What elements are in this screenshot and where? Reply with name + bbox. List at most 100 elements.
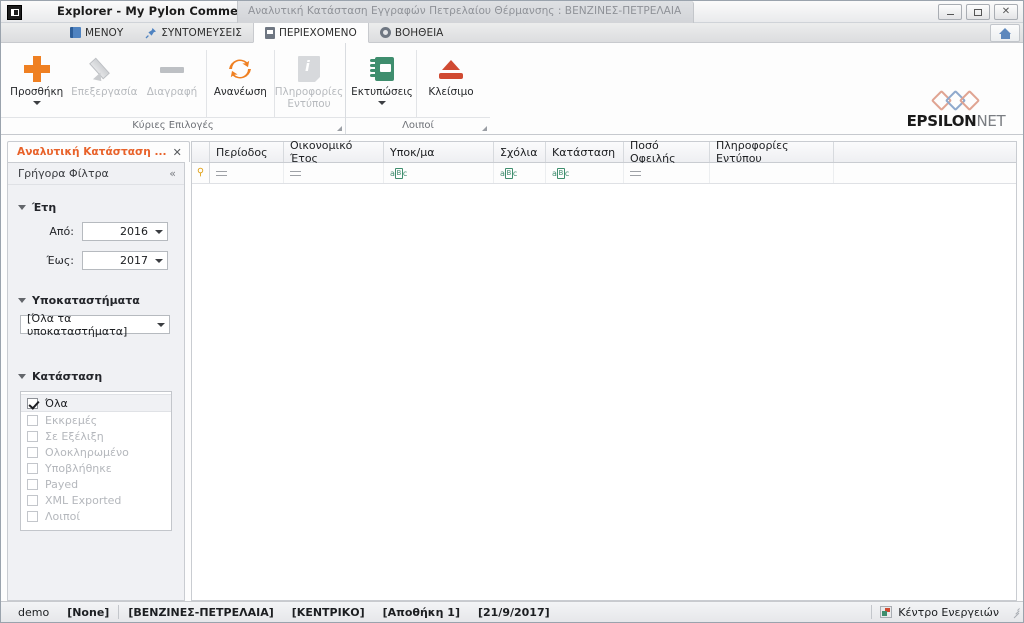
status-item-pending[interactable]: Εκκρεμές xyxy=(21,412,171,428)
status-item-payed[interactable]: Payed xyxy=(21,476,171,492)
checkbox[interactable] xyxy=(27,414,38,426)
checkbox[interactable] xyxy=(27,478,38,490)
quick-filters-header: Γρήγορα Φίλτρα « xyxy=(8,163,184,185)
printouts-button[interactable]: Εκτυπώσεις xyxy=(348,47,416,115)
minimize-button[interactable] xyxy=(938,4,962,20)
branch-select[interactable]: [Όλα τα υποκαταστήματα] xyxy=(20,312,170,338)
edit-button[interactable]: Επεξεργασία xyxy=(70,47,138,115)
grid-filter-pin-gutter[interactable]: ⚲ xyxy=(192,163,210,183)
checkbox[interactable] xyxy=(27,397,38,409)
dialog-launcher-icon[interactable] xyxy=(337,126,342,131)
group-label-text: Κύριες Επιλογές xyxy=(132,120,214,131)
resize-grip[interactable] xyxy=(1009,606,1021,619)
close-view-button[interactable]: Κλείσιμο xyxy=(417,47,485,115)
grid-filter-poso-ofeilis[interactable] xyxy=(624,163,710,183)
application-window: Explorer - My Pylon Commercial Αναλυτική… xyxy=(0,0,1024,623)
form-info-button[interactable]: Πληροφορίες Εντύπου xyxy=(275,47,343,115)
data-grid: Περίοδος Οικονομικό Έτος Υποκ/μα Σχόλια … xyxy=(191,139,1017,601)
title-bar: Explorer - My Pylon Commercial Αναλυτική… xyxy=(1,1,1023,23)
section-branches[interactable]: Υποκαταστήματα xyxy=(18,294,176,307)
action-center-icon xyxy=(880,606,893,618)
tab-label: ΒΟΗΘΕΙΑ xyxy=(394,26,444,39)
status-item-submitted[interactable]: Υποβλήθηκε xyxy=(21,460,171,476)
status-item-in-progress[interactable]: Σε Εξέλιξη xyxy=(21,428,171,444)
action-center-label: Κέντρο Ενεργειών xyxy=(898,605,999,619)
grid-filter-ypokma[interactable]: aBc xyxy=(384,163,494,183)
tab-label: ΠΕΡΙΕΧΟΜΕΝΟ xyxy=(278,26,357,39)
grid-column-header-plirofories-entypou[interactable]: Πληροφορίες Εντύπου xyxy=(710,139,834,165)
status-item-completed[interactable]: Ολοκληρωμένο xyxy=(21,444,171,460)
grid-column-header-periodos[interactable]: Περίοδος xyxy=(210,142,284,162)
grid-rows-area[interactable] xyxy=(192,184,1016,600)
delete-button[interactable]: Διαγραφή xyxy=(138,47,205,115)
section-years[interactable]: Έτη xyxy=(18,201,176,214)
logo-text-bold: EPSILON xyxy=(906,112,977,130)
home-icon xyxy=(998,27,1012,39)
logo-text: EPSILONNET xyxy=(901,112,1011,130)
close-button[interactable]: ✕ xyxy=(994,4,1018,20)
status-item-label: Εκκρεμές xyxy=(45,413,98,427)
sidebar-tab-analytical-statement[interactable]: Αναλυτική Κατάσταση ... ✕ xyxy=(7,141,190,162)
grid-column-header-ypokma[interactable]: Υποκ/μα xyxy=(384,142,494,162)
collapse-icon[interactable]: « xyxy=(169,167,176,180)
section-status[interactable]: Κατάσταση xyxy=(18,370,176,383)
status-item-xml-exported[interactable]: XML Exported xyxy=(21,492,171,508)
status-date: [21/9/2017] xyxy=(477,605,550,619)
grid-filter-periodos[interactable] xyxy=(210,163,284,183)
button-label: Προσθήκη xyxy=(10,86,64,98)
close-icon[interactable]: ✕ xyxy=(173,146,182,159)
plus-icon xyxy=(23,56,50,82)
grid-header-row: Περίοδος Οικονομικό Έτος Υποκ/μα Σχόλια … xyxy=(192,139,1016,165)
document-tab[interactable]: Αναλυτική Κατάσταση Εγγραφών Πετρελαίου … xyxy=(237,1,695,23)
tab-menou[interactable]: ΜΕΝΟΥ xyxy=(59,23,134,42)
status-item-other[interactable]: Λοιποί xyxy=(21,508,171,524)
chevron-down-icon[interactable] xyxy=(32,101,41,105)
checkbox[interactable] xyxy=(27,494,38,506)
year-from-select[interactable]: 2016 xyxy=(82,222,168,241)
branch-value: [Όλα τα υποκαταστήματα] xyxy=(27,311,128,338)
grid-filter-row: ⚲ aBc aBc aBc xyxy=(192,163,1016,184)
grid-column-header-oikonomiko-etos[interactable]: Οικονομικό Έτος xyxy=(284,139,384,165)
grid-filter-sxolia[interactable]: aBc xyxy=(494,163,546,183)
grid-filter-plirofories-entypou[interactable] xyxy=(710,163,834,183)
status-checkbox-list: Όλα Εκκρεμές Σε Εξέλιξη Ολοκληρωμένο Υπο… xyxy=(20,391,172,531)
checkbox[interactable] xyxy=(27,446,38,458)
button-label: Επεξεργασία xyxy=(71,86,138,98)
status-item-label: Ολοκληρωμένο xyxy=(45,445,129,459)
maximize-button[interactable] xyxy=(966,4,990,20)
action-center-button[interactable]: Κέντρο Ενεργειών xyxy=(872,606,1007,619)
refresh-button[interactable]: Ανανέωση xyxy=(207,47,274,115)
close-eject-icon xyxy=(438,56,464,82)
tab-periexomeno[interactable]: ΠΕΡΙΕΧΟΜΕΝΟ xyxy=(252,23,369,43)
grid-filter-oikonomiko-etos[interactable] xyxy=(284,163,384,183)
home-button[interactable] xyxy=(990,24,1020,42)
tab-voitheia[interactable]: ΒΟΗΘΕΙΑ xyxy=(369,23,455,42)
chevron-down-icon xyxy=(18,205,26,210)
tab-label: ΣΥΝΤΟΜΕΥΣΕΙΣ xyxy=(161,26,242,39)
book-icon xyxy=(70,27,81,38)
pencil-icon xyxy=(89,56,117,85)
window-controls: ✕ xyxy=(938,4,1018,20)
app-icon[interactable] xyxy=(7,5,22,20)
checkbox[interactable] xyxy=(27,510,38,522)
grid-column-header-sxolia[interactable]: Σχόλια xyxy=(494,142,546,162)
checkbox[interactable] xyxy=(27,430,38,442)
status-item-label: XML Exported xyxy=(45,493,122,507)
button-label: Διαγραφή xyxy=(146,86,198,98)
chevron-down-icon xyxy=(18,298,26,303)
year-to-select[interactable]: 2017 xyxy=(82,251,168,270)
tab-syntomeyseis[interactable]: ΣΥΝΤΟΜΕΥΣΕΙΣ xyxy=(134,23,253,42)
chevron-down-icon[interactable] xyxy=(378,101,386,105)
grid-filter-katastasi[interactable]: aBc xyxy=(546,163,624,183)
pin-icon xyxy=(145,27,157,39)
equals-icon xyxy=(216,170,227,177)
add-button[interactable]: Προσθήκη xyxy=(3,47,70,115)
grid-column-header-poso-ofeilis[interactable]: Ποσό Οφειλής xyxy=(624,139,710,165)
group-label-text: Λοιποί xyxy=(402,120,434,131)
checkbox[interactable] xyxy=(27,462,38,474)
status-item-all[interactable]: Όλα xyxy=(21,394,171,412)
app-title: Explorer - My Pylon Commercial xyxy=(57,4,267,18)
printouts-book-icon xyxy=(369,56,395,82)
dialog-launcher-icon[interactable] xyxy=(482,126,487,131)
grid-column-header-katastasi[interactable]: Κατάσταση xyxy=(546,142,624,162)
